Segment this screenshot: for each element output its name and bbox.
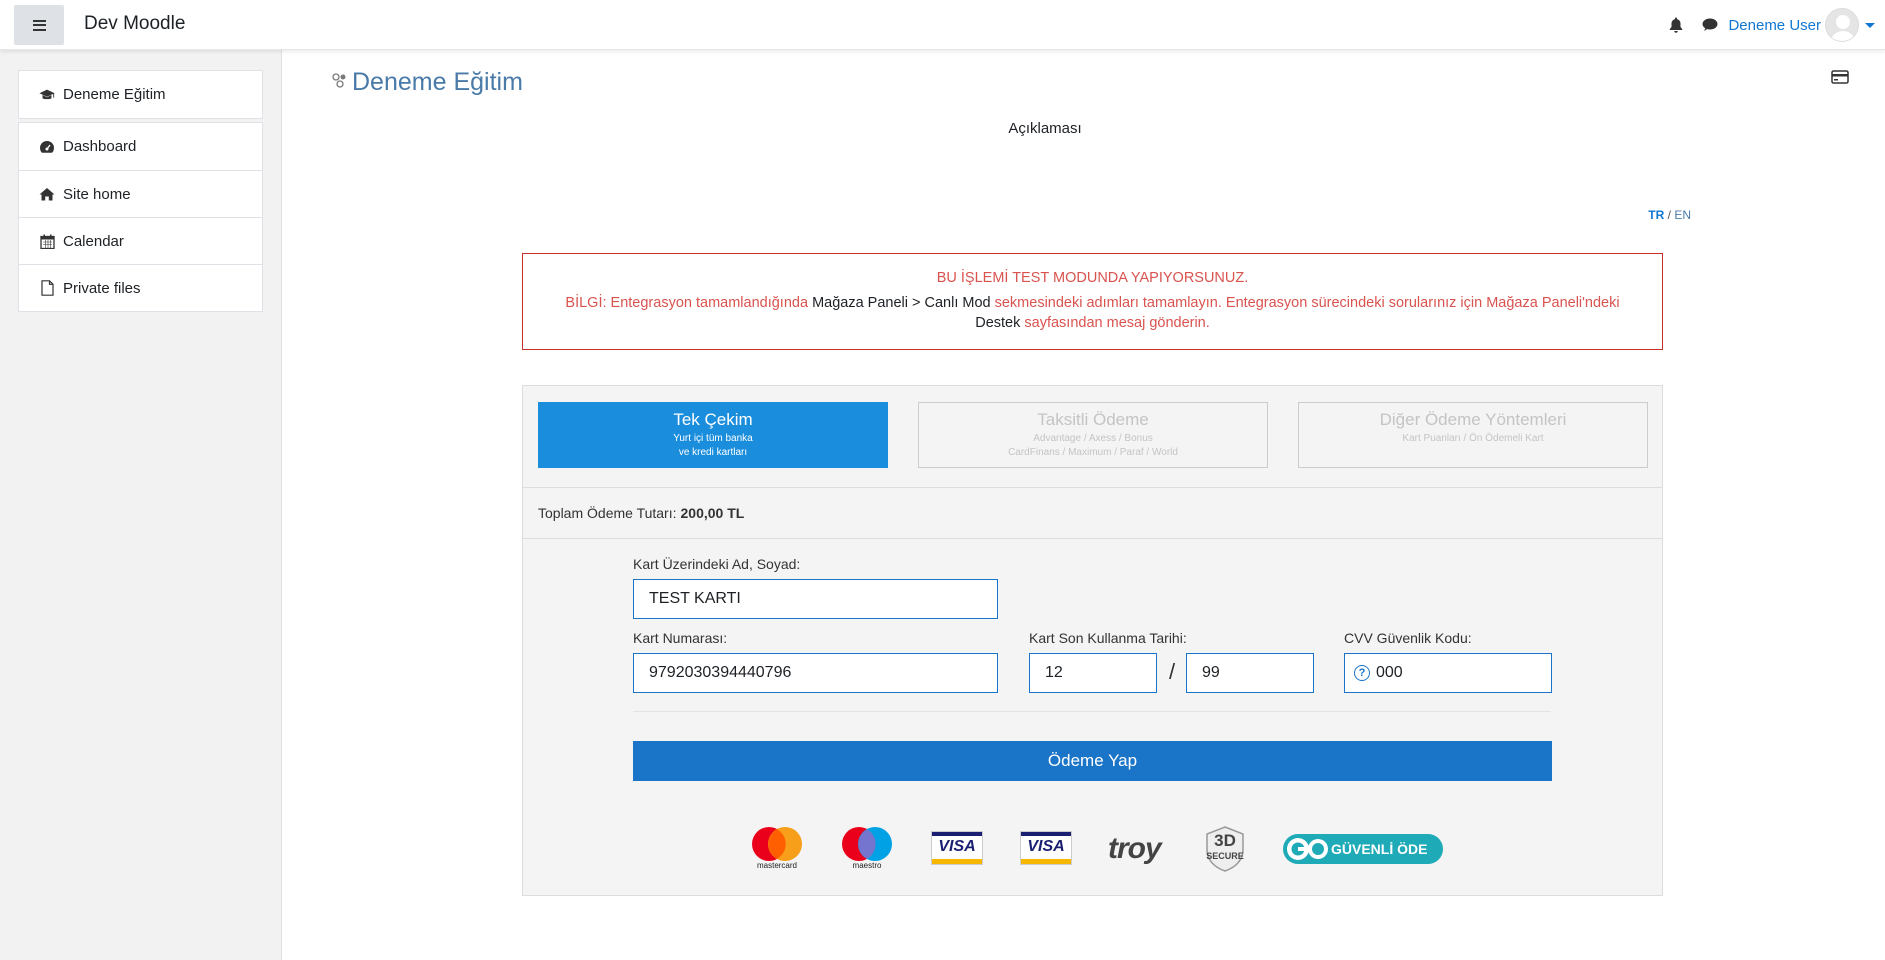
course-icon — [332, 72, 348, 93]
expiry-separator: / — [1169, 659, 1176, 684]
messages-icon[interactable] — [1700, 15, 1720, 35]
drawer-item-label: Site home — [63, 185, 131, 203]
total-amount-row: Toplam Ödeme Tutarı: 200,00 TL — [523, 487, 1662, 539]
guvenli-ode-logo: GÜVENLİ ÖDE — [1283, 834, 1443, 864]
notifications-bell-icon[interactable] — [1666, 15, 1686, 35]
course-description: Açıklaması — [1008, 120, 1082, 137]
tab-title: Tek Çekim — [673, 410, 753, 429]
menu-toggle-button[interactable] — [14, 5, 64, 45]
user-menu-caret-icon[interactable] — [1865, 22, 1875, 28]
cvv-input[interactable]: ? 000 — [1344, 653, 1552, 693]
card-name-label: Kart Üzerindeki Ad, Soyad: — [633, 556, 801, 572]
tab-single-payment[interactable]: Tek Çekim Yurt içi tüm banka ve kredi ka… — [538, 402, 888, 468]
payment-form-panel: Tek Çekim Yurt içi tüm banka ve kredi ka… — [522, 385, 1663, 896]
drawer-item-label: Deneme Eğitim — [63, 86, 166, 103]
pay-submit-button[interactable]: Ödeme Yap — [633, 741, 1552, 781]
cvv-label: CVV Güvenlik Kodu: — [1344, 630, 1472, 646]
maestro-caption: maestro — [852, 861, 882, 870]
visa-electron-logo: VISA — [1020, 831, 1072, 865]
total-value: 200,00 TL — [680, 505, 745, 521]
site-brand[interactable]: Dev Moodle — [84, 13, 185, 35]
troy-logo: troy — [1108, 832, 1162, 865]
cvv-value: 000 — [1376, 664, 1403, 681]
expiry-label: Kart Son Kullanma Tarihi: — [1029, 630, 1187, 646]
total-label: Toplam Ödeme Tutarı: — [538, 505, 677, 521]
main-content: Deneme Eğitim Açıklaması TR / EN BU İŞLE… — [298, 50, 1885, 960]
guvenli-text: GÜVENLİ ÖDE — [1331, 841, 1428, 857]
user-name[interactable]: Deneme User — [1728, 17, 1821, 34]
alert-text: sayfasından mesaj gönderin. — [1020, 315, 1210, 331]
alert-body-2: Destek sayfasından mesaj gönderin. — [523, 313, 1662, 333]
home-icon — [39, 186, 55, 202]
alert-panel-path: Mağaza Paneli > Canlı Mod — [812, 295, 991, 311]
mastercard-caption: mastercard — [756, 861, 797, 870]
help-question-icon[interactable]: ? — [1354, 665, 1370, 681]
mastercard-logo: mastercard — [751, 826, 803, 876]
drawer-nav-block: Dashboard Site home Calendar Private fil… — [18, 122, 263, 312]
tab-subtitle: Yurt içi tüm banka — [673, 433, 753, 444]
secure-text: SECURE — [1206, 851, 1244, 861]
lang-en-link[interactable]: EN — [1674, 208, 1691, 222]
3d-text: 3D — [1214, 831, 1236, 850]
tab-installment-payment[interactable]: Taksitli Ödeme Advantage / Axess / Bonus… — [918, 402, 1268, 468]
tab-subtitle: ve kredi kartları — [678, 447, 748, 458]
tab-subtitle: Kart Puanları / Ön Ödemeli Kart — [1402, 433, 1544, 444]
alert-body: BİLGİ: Entegrasyon tamamlandığında Mağaz… — [523, 293, 1662, 313]
nav-drawer: Deneme Eğitim Dashboard Site home Calend… — [0, 50, 282, 960]
alert-text: sekmesindeki adımları tamamlayın. Entegr… — [990, 295, 1620, 311]
card-number-input[interactable]: 9792030394440796 — [633, 653, 998, 693]
3d-secure-logo: 3D SECURE — [1203, 826, 1247, 872]
form-divider — [633, 711, 1551, 712]
expiry-year-input[interactable]: 99 — [1186, 653, 1314, 693]
tab-other-payment-methods[interactable]: Diğer Ödeme Yöntemleri Kart Puanları / Ö… — [1298, 402, 1648, 468]
test-mode-alert: BU İŞLEMİ TEST MODUNDA YAPIYORSUNUZ. BİL… — [522, 253, 1663, 350]
user-avatar[interactable] — [1825, 8, 1859, 42]
visa-logo: VISA — [931, 831, 983, 865]
alert-text: BİLGİ: Entegrasyon tamamlandığında — [565, 295, 813, 311]
lang-tr-link[interactable]: TR — [1648, 208, 1664, 222]
maestro-logo: maestro — [841, 826, 893, 876]
drawer-item-label: Calendar — [63, 232, 124, 250]
drawer-item-course[interactable]: Deneme Eğitim — [19, 71, 262, 118]
go-mark-icon — [1285, 836, 1329, 862]
drawer-item-calendar[interactable]: Calendar — [19, 217, 262, 264]
expiry-month-input[interactable]: 12 — [1029, 653, 1157, 693]
file-icon — [39, 280, 55, 296]
card-name-input[interactable]: TEST KARTI — [633, 579, 998, 619]
drawer-item-private-files[interactable]: Private files — [19, 264, 262, 311]
drawer-item-label: Private files — [63, 279, 141, 297]
graduation-cap-icon — [39, 87, 55, 103]
drawer-item-site-home[interactable]: Site home — [19, 170, 262, 217]
visa-text: VISA — [938, 838, 976, 855]
tab-title: Taksitli Ödeme — [1037, 410, 1149, 429]
language-switch: TR / EN — [1648, 208, 1691, 222]
top-navbar: Dev Moodle Deneme User — [0, 0, 1885, 50]
calendar-icon — [39, 233, 55, 249]
drawer-item-dashboard[interactable]: Dashboard — [19, 123, 262, 170]
page-header: Deneme Eğitim — [332, 68, 523, 97]
alert-support-link: Destek — [975, 315, 1021, 331]
alert-heading: BU İŞLEMİ TEST MODUNDA YAPIYORSUNUZ. — [936, 270, 1249, 286]
tab-subtitle: CardFinans / Maximum / Paraf / World — [1008, 447, 1178, 458]
payment-logos: mastercard maestro VISA VISA troy 3D SEC… — [523, 826, 1662, 876]
card-number-label: Kart Numarası: — [633, 630, 728, 646]
page-title: Deneme Eğitim — [352, 68, 523, 96]
lang-separator: / — [1667, 208, 1671, 222]
drawer-course-block: Deneme Eğitim — [18, 70, 263, 119]
drawer-item-label: Dashboard — [63, 138, 137, 155]
credit-card-icon[interactable] — [1831, 70, 1849, 84]
dashboard-icon — [39, 139, 55, 155]
tab-title: Diğer Ödeme Yöntemleri — [1379, 410, 1567, 429]
hamburger-icon — [32, 19, 46, 31]
visa-text: VISA — [1027, 838, 1065, 855]
tab-subtitle: Advantage / Axess / Bonus — [1033, 433, 1153, 444]
